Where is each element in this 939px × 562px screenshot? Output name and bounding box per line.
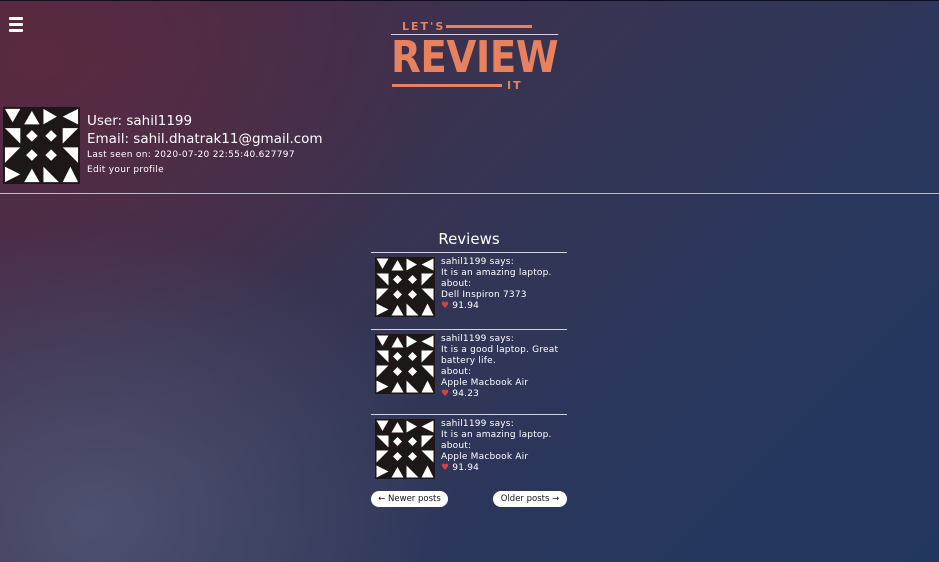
profile-last-seen: Last seen on: 2020-07-20 22:55:40.627797 (87, 150, 295, 160)
review-body: It is an amazing laptop. (441, 430, 552, 440)
review-product: Dell Inspiron 7373 (441, 290, 527, 300)
review-item: sahil1199 says: It is an amazing laptop.… (371, 414, 567, 491)
section-divider (0, 193, 939, 194)
review-author: sahil1199 says: (441, 334, 514, 344)
review-about-label: about: (441, 279, 472, 289)
heart-icon: ♥ (441, 301, 450, 311)
logo-top-bar (446, 25, 532, 28)
review-about-label: about: (441, 441, 472, 451)
heart-icon: ♥ (441, 463, 450, 473)
review-product: Apple Macbook Air (441, 452, 529, 462)
newer-posts-button[interactable]: ← Newer posts (371, 491, 448, 507)
top-border (0, 0, 939, 1)
review-text: sahil1199 says: It is an amazing laptop.… (441, 257, 567, 312)
reviewer-avatar (375, 334, 435, 394)
user-avatar (3, 107, 80, 184)
logo-bottom-bar (392, 84, 502, 87)
profile-email: Email: sahil.dhatrak11@gmail.com (87, 131, 323, 147)
reviews-heading: Reviews (438, 230, 500, 248)
review-item: sahil1199 says: It is a good laptop. Gre… (371, 329, 567, 414)
review-score-value: 91.94 (452, 463, 480, 473)
lets-review-it-logo[interactable]: LET'S REVIEW IT (390, 20, 559, 96)
review-score-value: 91.94 (452, 301, 480, 311)
review-author: sahil1199 says: (441, 257, 514, 267)
reviewer-avatar (375, 419, 435, 479)
review-body: It is an amazing laptop. (441, 268, 552, 278)
review-score-value: 94.23 (452, 389, 480, 399)
heart-icon: ♥ (441, 389, 450, 399)
older-posts-button[interactable]: Older posts → (493, 491, 567, 507)
review-about-label: about: (441, 367, 472, 377)
reviewer-avatar (375, 257, 435, 317)
review-text: sahil1199 says: It is a good laptop. Gre… (441, 334, 567, 400)
review-item: sahil1199 says: It is an amazing laptop.… (371, 252, 567, 329)
review-body: It is a good laptop. Great battery life. (441, 345, 559, 366)
edit-profile-link[interactable]: Edit your profile (87, 165, 164, 175)
logo-main-text: REVIEW (391, 32, 559, 83)
logo-bottom-text: IT (507, 79, 523, 92)
review-score: ♥ 94.23 (441, 389, 567, 400)
profile-username: User: sahil1199 (87, 113, 193, 129)
hamburger-menu-icon[interactable] (9, 17, 23, 32)
review-score: ♥ 91.94 (441, 301, 567, 312)
review-author: sahil1199 says: (441, 419, 514, 429)
review-product: Apple Macbook Air (441, 378, 529, 388)
review-list: sahil1199 says: It is an amazing laptop.… (371, 252, 567, 491)
review-text: sahil1199 says: It is an amazing laptop.… (441, 419, 567, 474)
review-score: ♥ 91.94 (441, 463, 567, 474)
